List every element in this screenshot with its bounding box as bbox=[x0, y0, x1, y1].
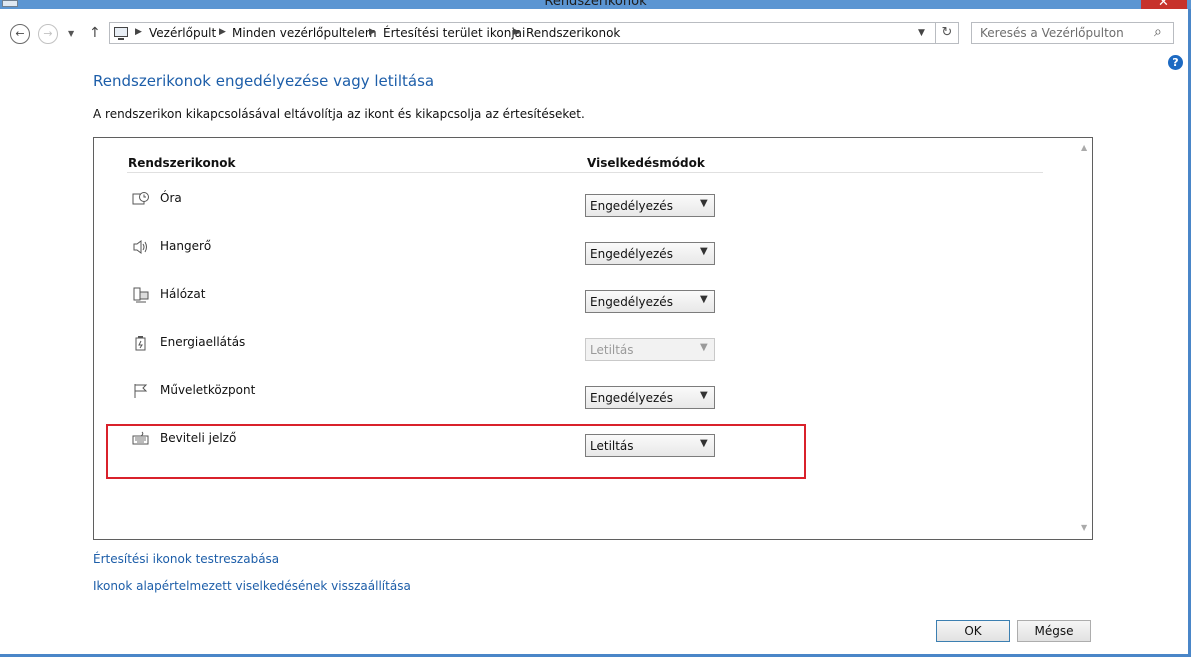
behavior-select-muveletkozpont[interactable]: Engedélyezés ▼ bbox=[585, 386, 715, 409]
breadcrumb-separator-icon[interactable]: ▶ bbox=[369, 27, 376, 37]
chevron-down-icon: ▼ bbox=[700, 342, 708, 353]
breadcrumb-vezerlopult[interactable]: Vezérlőpult bbox=[149, 26, 216, 40]
column-header-behaviors: Viselkedésmódok bbox=[587, 156, 705, 170]
window-title: Rendszerikonok bbox=[544, 0, 647, 9]
breadcrumb-separator-icon[interactable]: ▶ bbox=[513, 27, 520, 37]
customize-icons-link[interactable]: Értesítési ikonok testreszabása bbox=[93, 552, 279, 566]
select-value: Engedélyezés bbox=[590, 247, 673, 261]
row-label: Hangerő bbox=[160, 239, 212, 253]
column-header-icons: Rendszerikonok bbox=[128, 156, 236, 170]
chevron-down-icon: ▼ bbox=[700, 294, 708, 305]
computer-icon bbox=[114, 27, 128, 40]
up-level-button[interactable]: ↑ bbox=[89, 25, 101, 41]
list-item-muveletkozpont: Műveletközpont Engedélyezés ▼ bbox=[94, 383, 1074, 423]
chevron-down-icon: ▼ bbox=[700, 390, 708, 401]
scroll-down-icon[interactable]: ▼ bbox=[1081, 523, 1087, 532]
title-bar: Rendszerikonok ✕ bbox=[0, 0, 1191, 10]
header-divider bbox=[127, 172, 1043, 173]
speaker-icon bbox=[132, 239, 150, 255]
breadcrumb-separator-icon[interactable]: ▶ bbox=[135, 27, 142, 37]
breadcrumb-ertesitesi-terulet[interactable]: Értesítési terület ikonjai bbox=[383, 26, 525, 40]
list-item-halozat: Hálózat Engedélyezés ▼ bbox=[94, 287, 1074, 327]
search-input[interactable]: Keresés a Vezérlőpulton ⌕ bbox=[971, 22, 1174, 44]
select-value: Engedélyezés bbox=[590, 391, 673, 405]
list-item-energiaellatas: Energiaellátás Letiltás ▼ bbox=[94, 335, 1074, 375]
system-icons-list: Rendszerikonok Viselkedésmódok Óra Enged… bbox=[93, 137, 1093, 540]
scroll-up-icon[interactable]: ▲ bbox=[1081, 143, 1087, 152]
close-button[interactable]: ✕ bbox=[1141, 0, 1187, 10]
back-button[interactable]: ← bbox=[10, 24, 30, 44]
behavior-select-hangero[interactable]: Engedélyezés ▼ bbox=[585, 242, 715, 265]
clock-icon bbox=[132, 191, 150, 207]
breadcrumb-separator-icon[interactable]: ▶ bbox=[219, 27, 226, 37]
row-label: Óra bbox=[160, 191, 182, 205]
page-title: Rendszerikonok engedélyezése vagy letilt… bbox=[93, 72, 435, 90]
row-label: Műveletközpont bbox=[160, 383, 256, 397]
vertical-scrollbar[interactable]: ▲ ▼ bbox=[1077, 138, 1092, 539]
control-panel-window: ← → ▼ ↑ ▶ Vezérlőpult ▶ Minden vezérlőpu… bbox=[0, 9, 1188, 654]
ok-button[interactable]: OK bbox=[936, 620, 1010, 642]
page-description: A rendszerikon kikapcsolásával eltávolít… bbox=[93, 107, 585, 121]
flag-icon bbox=[132, 383, 150, 399]
select-value: Engedélyezés bbox=[590, 199, 673, 213]
power-icon bbox=[132, 335, 150, 351]
list-item-ora: Óra Engedélyezés ▼ bbox=[94, 191, 1074, 231]
cancel-button[interactable]: Mégse bbox=[1017, 620, 1091, 642]
highlight-box bbox=[106, 424, 806, 479]
behavior-select-energiaellatas[interactable]: Letiltás ▼ bbox=[585, 338, 715, 361]
select-value: Engedélyezés bbox=[590, 295, 673, 309]
breadcrumb-rendszerikonok[interactable]: Rendszerikonok bbox=[526, 26, 620, 40]
row-label: Hálózat bbox=[160, 287, 206, 301]
select-value: Letiltás bbox=[590, 343, 634, 357]
breadcrumb-minden-elem[interactable]: Minden vezérlőpultelem bbox=[232, 26, 377, 40]
address-dropdown-chevron-icon[interactable]: ▼ bbox=[918, 28, 925, 38]
restore-defaults-link[interactable]: Ikonok alapértelmezett viselkedésének vi… bbox=[93, 579, 411, 593]
row-label: Energiaellátás bbox=[160, 335, 246, 349]
search-icon[interactable]: ⌕ bbox=[1154, 24, 1162, 40]
forward-button[interactable]: → bbox=[38, 24, 58, 44]
chevron-down-icon: ▼ bbox=[700, 198, 708, 209]
list-item-hangero: Hangerő Engedélyezés ▼ bbox=[94, 239, 1074, 279]
refresh-button[interactable]: ↻ bbox=[935, 22, 959, 44]
behavior-select-halozat[interactable]: Engedélyezés ▼ bbox=[585, 290, 715, 313]
help-icon[interactable]: ? bbox=[1168, 55, 1183, 70]
search-placeholder: Keresés a Vezérlőpulton bbox=[980, 26, 1124, 40]
network-icon bbox=[132, 287, 150, 303]
behavior-select-ora[interactable]: Engedélyezés ▼ bbox=[585, 194, 715, 217]
address-bar[interactable]: ▶ Vezérlőpult ▶ Minden vezérlőpultelem ▶… bbox=[109, 22, 936, 44]
recent-pages-chevron-icon[interactable]: ▼ bbox=[68, 29, 74, 38]
chevron-down-icon: ▼ bbox=[700, 246, 708, 257]
